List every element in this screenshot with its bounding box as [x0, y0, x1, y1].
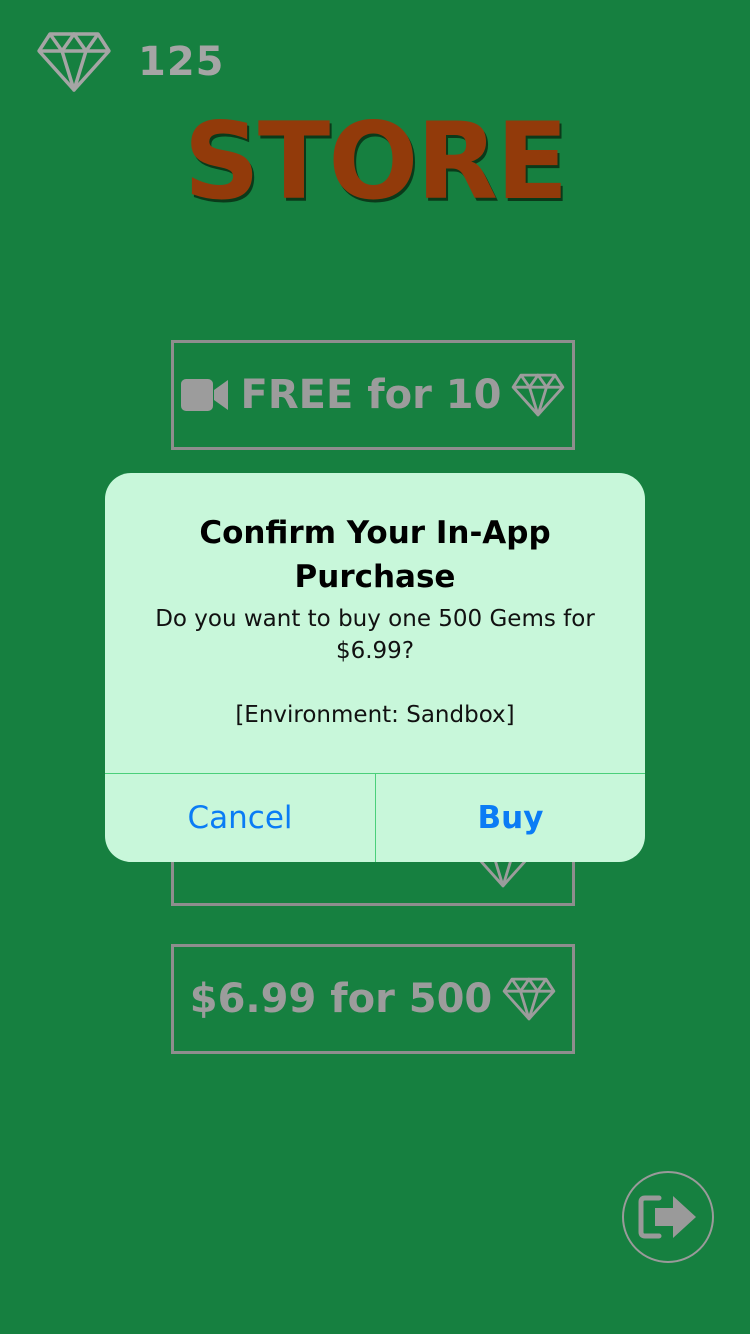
dialog-title: Confirm Your In-App Purchase: [199, 515, 551, 595]
gem-counter: 125: [36, 30, 225, 94]
video-camera-icon: [180, 377, 229, 413]
dialog-message: Do you want to buy one 500 Gems for $6.9…: [155, 606, 595, 664]
exit-button[interactable]: [622, 1171, 714, 1263]
gems-500-button[interactable]: $6.99 for 500: [171, 944, 575, 1054]
dialog-environment: [Environment: Sandbox]: [235, 702, 515, 728]
exit-arrow-icon: [637, 1192, 699, 1242]
purchase-confirm-dialog: Confirm Your In-App Purchase Do you want…: [105, 473, 645, 862]
gems-500-label: $6.99 for 500: [189, 976, 493, 1022]
gem-icon: [502, 977, 556, 1021]
page-title: STORE: [183, 100, 569, 223]
buy-button[interactable]: Buy: [376, 774, 645, 862]
gem-icon: [511, 373, 565, 417]
gem-icon: [36, 31, 112, 93]
free-gems-button[interactable]: FREE for 10: [171, 340, 575, 450]
free-gems-label: FREE for 10: [240, 372, 502, 418]
gem-count: 125: [138, 39, 225, 85]
cancel-button[interactable]: Cancel: [105, 774, 375, 862]
